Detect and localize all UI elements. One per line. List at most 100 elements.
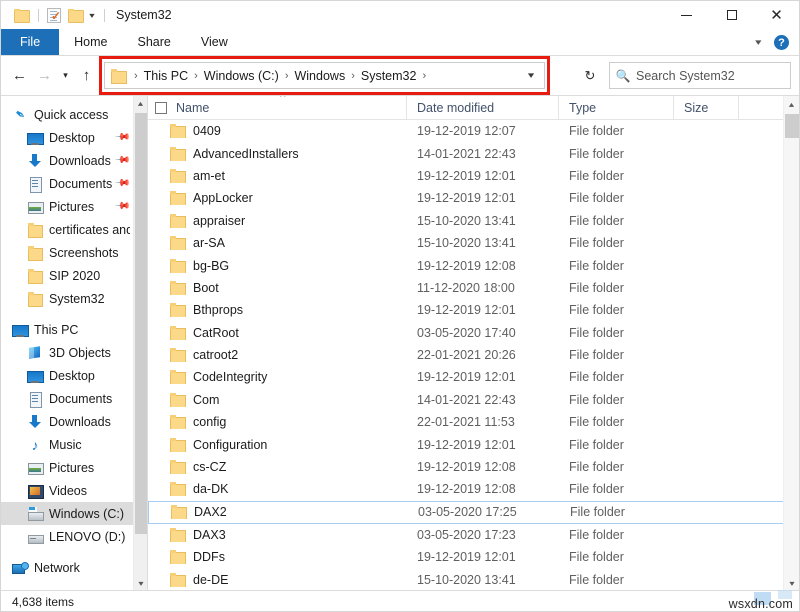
column-header-size[interactable]: Size (674, 96, 739, 120)
sidebar-item-lenovo-d[interactable]: LENOVO (D:) (1, 525, 134, 548)
sidebar-item-documents[interactable]: Documents 📌 (1, 172, 134, 195)
table-row[interactable]: DAX3 03-05-2020 17:23 File folder (148, 524, 799, 546)
column-header-name-label: Name (176, 100, 210, 115)
folder-icon[interactable] (14, 9, 30, 23)
back-button[interactable]: ← (7, 62, 32, 89)
search-input[interactable] (636, 68, 784, 83)
properties-icon[interactable]: ✓ (47, 7, 61, 23)
sidebar-item-quick-access[interactable]: ✒ Quick access (1, 103, 134, 126)
sidebar-scrollbar[interactable]: ▴ ▾ (133, 96, 147, 591)
sidebar-scroll-up-button[interactable]: ▴ (132, 96, 149, 111)
recent-locations-button[interactable]: ▾ (57, 62, 74, 89)
new-folder-icon[interactable] (68, 9, 84, 23)
sidebar-item-this-pc[interactable]: This PC (1, 318, 134, 341)
sidebar-item-videos[interactable]: Videos (1, 479, 134, 502)
maximize-button[interactable] (709, 1, 754, 29)
cell-name: bg-BG (148, 258, 407, 273)
cell-type: File folder (569, 325, 624, 340)
customize-caret-icon[interactable]: ▾ (89, 11, 94, 20)
cell-type: File folder (569, 348, 624, 363)
table-row[interactable]: CatRoot 03-05-2020 17:40 File folder (148, 322, 799, 344)
sidebar-item-sip-2020[interactable]: SIP 2020 (1, 264, 134, 287)
up-button[interactable]: ↑ (74, 62, 99, 89)
table-row[interactable]: da-DK 19-12-2019 12:08 File folder (148, 478, 799, 500)
breadcrumb-separator-1[interactable]: › (189, 70, 203, 82)
pin-indicator-icon[interactable]: 📌 (113, 198, 130, 215)
table-row[interactable]: Bthprops 19-12-2019 12:01 File folder (148, 299, 799, 321)
refresh-button[interactable]: ↻ (577, 62, 603, 89)
breadcrumb-item-this-pc[interactable]: This PC (143, 66, 189, 86)
table-row[interactable]: cs-CZ 19-12-2019 12:08 File folder (148, 456, 799, 478)
folder-icon (170, 325, 186, 340)
sidebar-item-screenshots[interactable]: Screenshots (1, 241, 134, 264)
sidebar-item-pictures[interactable]: Pictures 📌 (1, 195, 134, 218)
close-button[interactable]: ✕ (754, 1, 799, 29)
search-box[interactable]: 🔍 (609, 62, 791, 89)
table-row[interactable]: config 22-01-2021 11:53 File folder (148, 411, 799, 433)
breadcrumb-separator-2[interactable]: › (280, 70, 294, 82)
table-row[interactable]: appraiser 15-10-2020 13:41 File folder (148, 210, 799, 232)
table-row[interactable]: CodeIntegrity 19-12-2019 12:01 File folder (148, 366, 799, 388)
tab-home[interactable]: Home (59, 29, 122, 55)
breadcrumb-item-windows-c[interactable]: Windows (C:) (203, 66, 280, 86)
table-row[interactable]: am-et 19-12-2019 12:01 File folder (148, 165, 799, 187)
table-row[interactable]: de-DE 15-10-2020 13:41 File folder (148, 568, 799, 590)
ribbon-tab-bar: File Home Share View ▾ ? (1, 29, 799, 56)
tab-file[interactable]: File (1, 29, 60, 55)
pin-indicator-icon[interactable]: 📌 (113, 175, 130, 192)
column-header-name[interactable]: Name ⌃ (148, 96, 407, 120)
table-row[interactable]: bg-BG 19-12-2019 12:08 File folder (148, 254, 799, 276)
sidebar-item-network[interactable]: Network (1, 556, 134, 579)
sidebar-item-downloads[interactable]: Downloads (1, 410, 134, 433)
breadcrumb[interactable]: › This PC › Windows (C:) › Windows › Sys… (104, 62, 545, 89)
file-name-label: DAX3 (193, 527, 226, 542)
chevron-down-icon[interactable]: ▾ (749, 37, 769, 48)
sidebar-item-music[interactable]: ♪ Music (1, 433, 134, 456)
table-row[interactable]: Boot 11-12-2020 18:00 File folder (148, 277, 799, 299)
chevron-down-icon[interactable]: ▾ (516, 63, 547, 88)
table-row[interactable]: Configuration 19-12-2019 12:01 File folder (148, 433, 799, 455)
table-row[interactable]: DAX2 03-05-2020 17:25 File folder (148, 500, 799, 524)
breadcrumb-separator-4[interactable]: › (417, 70, 431, 82)
minimize-button[interactable] (664, 1, 709, 29)
sidebar-item-system32[interactable]: System32 (1, 287, 134, 310)
sidebar-item-pictures[interactable]: Pictures (1, 456, 134, 479)
sidebar-item-certificates-and-c[interactable]: certificates and c (1, 218, 134, 241)
breadcrumb-item-windows[interactable]: Windows (293, 66, 346, 86)
table-row[interactable]: 0409 19-12-2019 12:07 File folder (148, 120, 799, 142)
table-row[interactable]: Com 14-01-2021 22:43 File folder (148, 389, 799, 411)
forward-button[interactable]: → (32, 62, 57, 89)
table-row[interactable]: catroot2 22-01-2021 20:26 File folder (148, 344, 799, 366)
sidebar-item-3d-objects[interactable]: 3D Objects (1, 341, 134, 364)
sidebar-scroll-thumb[interactable] (135, 113, 147, 534)
sidebar-item-downloads[interactable]: Downloads 📌 (1, 149, 134, 172)
pin-indicator-icon[interactable]: 📌 (113, 129, 130, 146)
help-icon[interactable]: ? (774, 35, 789, 50)
sidebar-item-windows-c[interactable]: Windows (C:) (1, 502, 134, 525)
table-row[interactable]: AdvancedInstallers 14-01-2021 22:43 File f… (148, 142, 799, 164)
table-row[interactable]: ar-SA 15-10-2020 13:41 File folder (148, 232, 799, 254)
tab-share[interactable]: Share (123, 29, 186, 55)
sidebar-item-documents[interactable]: Documents (1, 387, 134, 410)
file-scroll-up-button[interactable]: ▴ (782, 96, 799, 112)
tab-view[interactable]: View (186, 29, 243, 55)
select-all-checkbox[interactable] (155, 101, 167, 114)
file-list-scrollbar[interactable]: ▴ ▾ (783, 96, 799, 590)
table-row[interactable]: AppLocker 19-12-2019 12:01 File folder (148, 187, 799, 209)
cell-date-modified: 14-01-2021 22:43 (417, 146, 516, 161)
column-header-date-modified[interactable]: Date modified (407, 96, 559, 120)
sidebar-item-desktop[interactable]: Desktop (1, 364, 134, 387)
file-scroll-down-button[interactable]: ▾ (782, 575, 799, 590)
breadcrumb-separator-3[interactable]: › (346, 70, 360, 82)
breadcrumb-wrapper: › This PC › Windows (C:) › Windows › Sys… (99, 56, 563, 95)
pin-indicator-icon[interactable]: 📌 (113, 152, 130, 169)
music-icon: ♪ (31, 436, 39, 453)
cell-date-modified: 14-01-2021 22:43 (417, 392, 516, 407)
breadcrumb-item-system32[interactable]: System32 (360, 66, 418, 86)
sidebar-item-desktop[interactable]: Desktop 📌 (1, 126, 134, 149)
file-scroll-thumb[interactable] (785, 114, 799, 138)
column-header-type[interactable]: Type (559, 96, 674, 120)
table-row[interactable]: DDFs 19-12-2019 12:01 File folder (148, 546, 799, 568)
cell-name: ar-SA (148, 236, 407, 251)
folder-icon (170, 236, 186, 251)
